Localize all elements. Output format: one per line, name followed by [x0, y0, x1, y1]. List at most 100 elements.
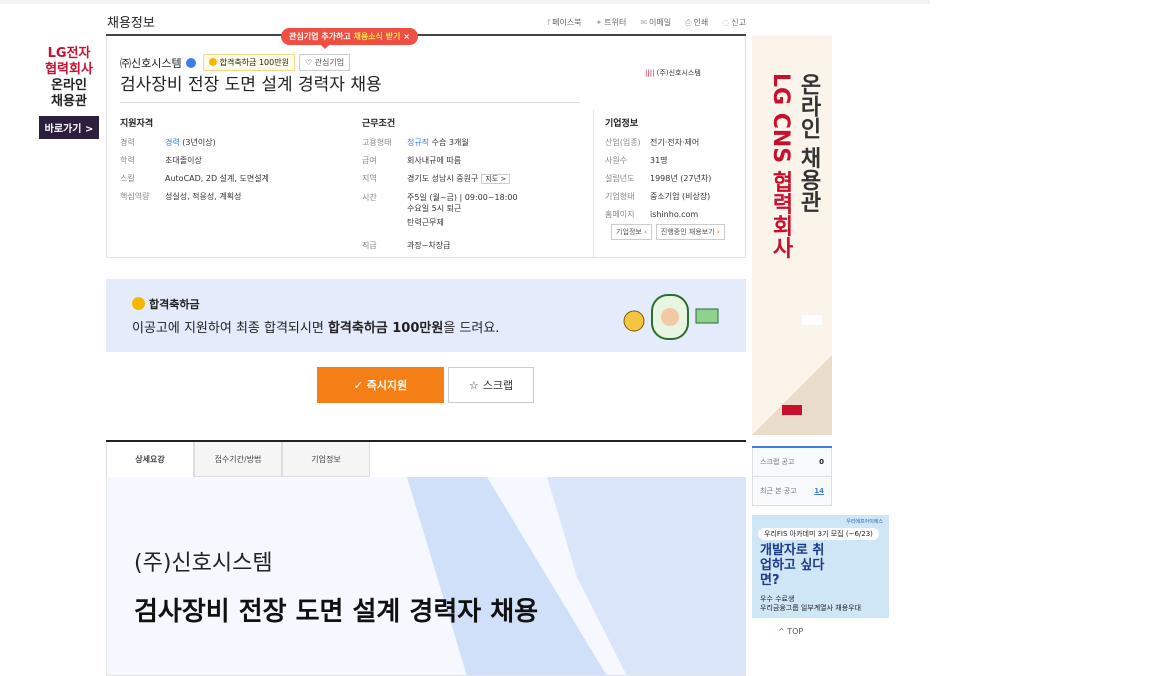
- count[interactable]: 14: [814, 487, 824, 495]
- scroll-top-button[interactable]: ^ TOP: [778, 627, 803, 636]
- bonus-badge: 합격축하금 100만원: [202, 54, 295, 71]
- tooltip-highlight: 채용소식 받기: [353, 32, 401, 41]
- text: 이공고에 지원하여 최종 합격되시면: [132, 321, 328, 336]
- value: (3년이상): [179, 138, 216, 147]
- favorite-tooltip[interactable]: 관심기업 추가하고 채용소식 받기 ×: [281, 28, 418, 49]
- twitter-icon: ✦: [595, 18, 603, 27]
- company-buttons: 기업정보 › 진행중인 채용보기 ›: [611, 224, 725, 240]
- section-header: 채용정보 f 페이스북 ✦ 트위터 ✉ 이메일 ⎙ 인쇄 ◌ 신고: [106, 0, 746, 36]
- share-label: 트위터: [604, 18, 627, 27]
- bonus-banner: 합격축하금 이공고에 지원하여 최종 합격되시면 합격축하금 100만원을 드려…: [106, 279, 746, 352]
- value: 수요일 5시 퇴근: [407, 204, 462, 213]
- facebook-icon: f: [547, 18, 551, 27]
- ad-text: 온라인: [51, 78, 87, 93]
- scrap-jobs-row[interactable]: 스크랩 공고 0: [752, 448, 832, 477]
- share-email[interactable]: ✉ 이메일: [640, 17, 671, 28]
- label: 스킬: [120, 174, 135, 183]
- homepage-link[interactable]: ishinho.com: [650, 209, 698, 220]
- company-info-section: 기업정보 산업(업종) 전기·전자·제어 사원수 31명 설립년도 1998년 (27…: [605, 116, 711, 227]
- close-icon[interactable]: ×: [403, 32, 410, 41]
- qualification-section: 지원자격 경력 경력 (3년이상) 학력 초대졸이상 스킬 AutoCAD, 2D 설…: [120, 116, 269, 209]
- detail-company: (주)신호시스템: [134, 551, 273, 576]
- company-name[interactable]: ㈜신호시스템: [120, 55, 182, 71]
- company-info-button[interactable]: 기업정보 ›: [611, 224, 652, 240]
- lg-partner-ad[interactable]: LG전자 협력회사 온라인 채용관 바로가기 >: [39, 46, 99, 144]
- scrap-button[interactable]: ☆ 스크랩: [448, 367, 534, 403]
- share-report[interactable]: ◌ 신고: [722, 17, 746, 28]
- tab-company-info[interactable]: 기업정보: [282, 442, 370, 477]
- value: AutoCAD, 2D 설계, 도면설계: [165, 174, 269, 183]
- text-strong: 합격축하금 100만원: [327, 321, 444, 336]
- label: 사원수: [605, 156, 628, 165]
- text: 을 드려요.: [443, 321, 500, 336]
- label: 경력: [120, 138, 135, 147]
- report-icon: ◌: [722, 18, 730, 27]
- value: 주5일 (월~금) | 09:00~18:00: [407, 193, 518, 202]
- favorite-label: 관심기업: [314, 58, 345, 67]
- ongoing-jobs-button[interactable]: 진행중인 채용보기 ›: [655, 224, 725, 240]
- value: 1998년 (27년차): [650, 174, 712, 183]
- coin-icon: [208, 58, 217, 66]
- employ-link[interactable]: 정규직: [407, 138, 429, 147]
- label: 스크랩 공고: [760, 458, 795, 466]
- job-main: 채용정보 f 페이스북 ✦ 트위터 ✉ 이메일 ⎙ 인쇄 ◌ 신고 관심기업 추가하고 채…: [106, 0, 746, 676]
- tab-application-period[interactable]: 접수기간/방법: [194, 442, 282, 477]
- value: 회사내규에 따름: [407, 156, 462, 165]
- woori-fis-ad[interactable]: 우리에프아이에스 우리FIS 아카데미 3기 모집 (~6/23) 개발자로 취…: [752, 515, 889, 618]
- section-title: 채용정보: [107, 16, 155, 31]
- label: 지역: [362, 174, 377, 183]
- share-twitter[interactable]: ✦ 트위터: [596, 17, 627, 28]
- ad-brand: 우리에프아이에스: [846, 519, 883, 525]
- text: 우수 수료생: [760, 595, 795, 603]
- label: 핵심역량: [120, 192, 150, 201]
- label: 시간: [362, 193, 377, 202]
- ad-text: 협력회사: [45, 62, 93, 77]
- section-heading: 근무조건: [362, 119, 396, 129]
- my-jobs-panel: 스크랩 공고 0 최근 본 공고 14: [752, 446, 832, 506]
- career-link[interactable]: 경력: [165, 138, 180, 147]
- lgcns-ad[interactable]: 온라인 채용관 LG CNS 협력회사: [752, 35, 832, 435]
- ad-text: 온라인 채용관: [796, 73, 821, 213]
- share-label: 신고: [731, 18, 746, 27]
- apply-now-button[interactable]: ✓ 즉시지원: [317, 367, 444, 403]
- chevron-up-icon: ^: [778, 627, 785, 636]
- bonus-text: 합격축하금 100만원: [219, 58, 289, 67]
- banner-heading: 합격축하금: [132, 296, 200, 312]
- label: 고용형태: [362, 138, 392, 147]
- ad-text: LG CNS 협력회사: [768, 73, 793, 259]
- button-label: 기업정보: [616, 228, 642, 236]
- company-logo: |||| (주)신호시스템: [645, 69, 701, 77]
- favorite-company-button[interactable]: ♡ 관심기업: [298, 54, 351, 71]
- email-icon: ✉: [640, 18, 648, 27]
- label: 최근 본 공고: [760, 487, 797, 495]
- action-buttons: ✓ 즉시지원 ☆ 스크랩: [317, 367, 534, 403]
- value: 과장~차장급: [407, 241, 451, 250]
- value: 31명: [650, 156, 668, 165]
- share-facebook[interactable]: f 페이스북: [547, 17, 581, 28]
- share-label: 인쇄: [693, 18, 709, 27]
- detail-tabs: 상세요강 접수기간/방법 기업정보: [106, 440, 746, 477]
- company-row: ㈜신호시스템 합격축하금 100만원 ♡ 관심기업: [120, 54, 351, 71]
- ad-goto-button[interactable]: 바로가기 >: [39, 116, 99, 139]
- value: 전기·전자·제어: [650, 138, 700, 147]
- label: 급여: [362, 156, 377, 165]
- ad-headline: 개발자로 취업하고 싶다면?: [760, 543, 825, 588]
- education-link[interactable]: 초대졸이상: [165, 155, 202, 166]
- label: 홈페이지: [605, 210, 635, 219]
- section-heading: 기업정보: [605, 119, 639, 129]
- detail-title: 검사장비 전장 도면 설계 경력자 채용: [134, 597, 539, 627]
- ad-text: 채용관: [51, 94, 87, 109]
- label: 기업형태: [605, 192, 635, 201]
- banner-text: 이공고에 지원하여 최종 합격되시면 합격축하금 100만원을 드려요.: [132, 317, 499, 336]
- map-button[interactable]: 지도 >: [481, 174, 511, 184]
- divider: [593, 110, 594, 257]
- value: 중소기업 (비상장): [650, 192, 711, 201]
- value: 경기도 성남시 중원구: [407, 174, 479, 183]
- label: 산업(업종): [605, 138, 641, 147]
- detail-content: (주)신호시스템 검사장비 전장 도면 설계 경력자 채용: [106, 477, 746, 676]
- recent-jobs-row[interactable]: 최근 본 공고 14: [752, 477, 832, 506]
- share-print[interactable]: ⎙ 인쇄: [685, 17, 708, 28]
- banner-heading-text: 합격축하금: [149, 298, 200, 311]
- scrap-label: 스크랩: [482, 379, 514, 392]
- tab-details[interactable]: 상세요강: [106, 442, 194, 477]
